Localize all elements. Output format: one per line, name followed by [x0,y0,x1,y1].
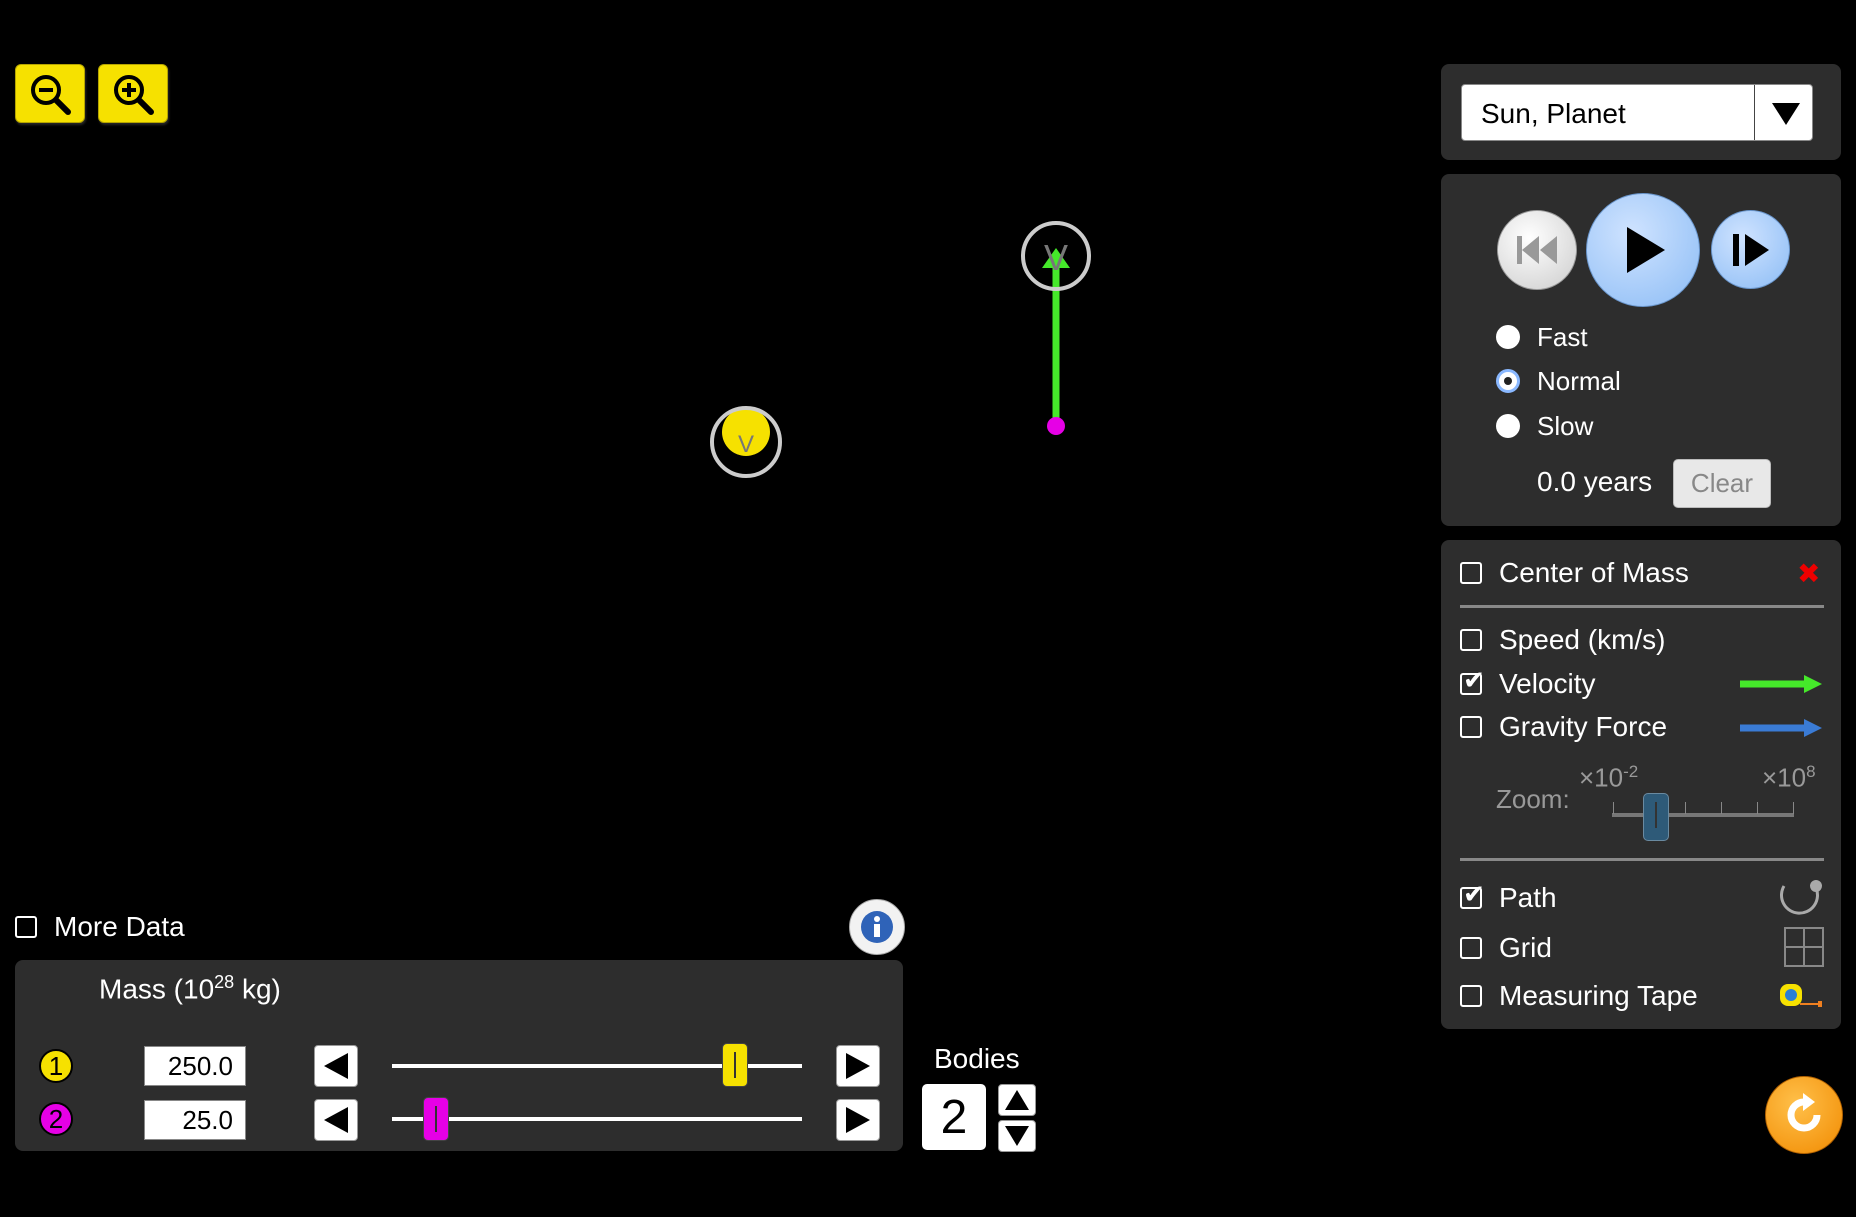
zoom-in-icon [114,74,154,115]
grid-checkbox[interactable] [1460,937,1482,959]
speed-slow-radio[interactable] [1496,414,1520,438]
path-option[interactable]: Path [1460,880,1557,914]
speed-normal-label: Normal [1537,365,1621,396]
elapsed-time: 0.0 years [1537,466,1653,497]
velocity-arrow-icon [1740,675,1822,693]
simulation-canvas: V V [710,221,1091,478]
zoom-in-button[interactable] [98,64,168,123]
triangle-right-icon [846,1053,870,1079]
body-2-mass-thumb[interactable] [422,1097,449,1141]
vector-zoom-thumb[interactable] [1643,793,1670,841]
svg-text:V: V [1044,237,1068,278]
planet-body[interactable] [1047,417,1065,435]
speed-slow-option[interactable]: Slow [1496,411,1593,441]
bodies-count-value: 2 [922,1084,986,1150]
center-of-mass-label: Center of Mass [1499,557,1689,588]
grid-label: Grid [1499,932,1552,963]
play-icon [1627,227,1665,273]
body-2-mass-field[interactable]: 25.0 [144,1100,246,1140]
bodies-increase-button[interactable] [998,1084,1036,1116]
gravity-force-checkbox[interactable] [1460,716,1482,738]
bodies-decrease-button[interactable] [998,1120,1036,1152]
triangle-left-icon [324,1107,348,1133]
vector-zoom-max-label: ×108 [1762,762,1816,793]
speed-fast-option[interactable]: Fast [1496,322,1588,352]
velocity-label: Velocity [1499,668,1596,699]
body-1-mass-thumb[interactable] [722,1043,749,1087]
mass-header: Mass (1028 kg) [99,972,281,1005]
path-checkbox[interactable] [1460,880,1485,910]
triangle-up-icon [1005,1090,1029,1110]
step-back-icon [1517,236,1557,264]
more-data-option[interactable]: More Data [15,911,185,943]
measuring-tape-label: Measuring Tape [1499,980,1698,1011]
more-data-label: More Data [54,911,185,942]
speed-label: Speed (km/s) [1499,624,1666,655]
bodies-label: Bodies [934,1043,1020,1074]
triangle-left-icon [324,1053,348,1079]
body-1-decrease-button[interactable] [314,1045,358,1087]
body-1-increase-button[interactable] [836,1045,880,1087]
more-data-checkbox[interactable] [15,916,37,938]
body-2-icon: 2 [39,1102,73,1136]
body-1-icon: 1 [39,1049,73,1083]
center-of-mass-x-icon: ✖ [1797,557,1821,590]
info-icon [861,911,893,943]
vector-zoom-min-label: ×10-2 [1579,762,1639,793]
preset-dropdown[interactable]: Sun, Planet [1461,84,1813,141]
gravity-force-option[interactable]: Gravity Force [1460,711,1667,743]
path-icon [1780,880,1822,915]
triangle-down-icon [1005,1126,1029,1146]
speed-normal-option[interactable]: Normal [1496,366,1621,396]
gravity-force-label: Gravity Force [1499,711,1668,742]
measuring-tape-checkbox[interactable] [1460,985,1482,1007]
center-of-mass-checkbox[interactable] [1460,562,1482,584]
speed-option[interactable]: Speed (km/s) [1460,624,1666,656]
velocity-option[interactable]: Velocity [1460,666,1596,700]
speed-fast-radio[interactable] [1496,325,1520,349]
center-of-mass-option[interactable]: Center of Mass [1460,557,1689,589]
step-forward-icon [1732,233,1769,266]
grid-icon [1784,927,1824,967]
zoom-out-icon [31,74,71,115]
gravity-arrow-icon [1740,719,1822,737]
speed-fast-label: Fast [1537,321,1588,352]
restart-button[interactable] [1497,210,1577,290]
speed-checkbox[interactable] [1460,629,1482,651]
divider [1460,858,1824,861]
body-2-decrease-button[interactable] [314,1099,358,1141]
vector-zoom-track[interactable] [1612,813,1794,817]
grid-option[interactable]: Grid [1460,932,1552,964]
divider [1460,605,1824,608]
body-2-mass-track[interactable] [392,1117,802,1121]
speed-slow-label: Slow [1537,410,1594,441]
step-forward-button[interactable] [1711,210,1790,289]
clear-button[interactable]: Clear [1673,459,1771,508]
body-1-mass-field[interactable]: 250.0 [144,1046,246,1086]
reset-icon [1787,1093,1821,1132]
vector-zoom-label: Zoom: [1496,784,1570,814]
info-button[interactable] [849,899,905,955]
preset-selected-label: Sun, Planet [1481,98,1626,129]
play-button[interactable] [1586,193,1700,307]
reset-all-button[interactable] [1765,1076,1843,1154]
zoom-out-button[interactable] [15,64,85,123]
speed-normal-radio[interactable] [1496,369,1520,393]
velocity-checkbox[interactable] [1460,666,1485,696]
path-label: Path [1499,882,1557,913]
triangle-right-icon [846,1107,870,1133]
svg-text:V: V [738,431,754,458]
chevron-down-icon [1772,103,1800,125]
measuring-tape-icon [1780,984,1822,1007]
measuring-tape-option[interactable]: Measuring Tape [1460,980,1698,1012]
body-2-increase-button[interactable] [836,1099,880,1141]
